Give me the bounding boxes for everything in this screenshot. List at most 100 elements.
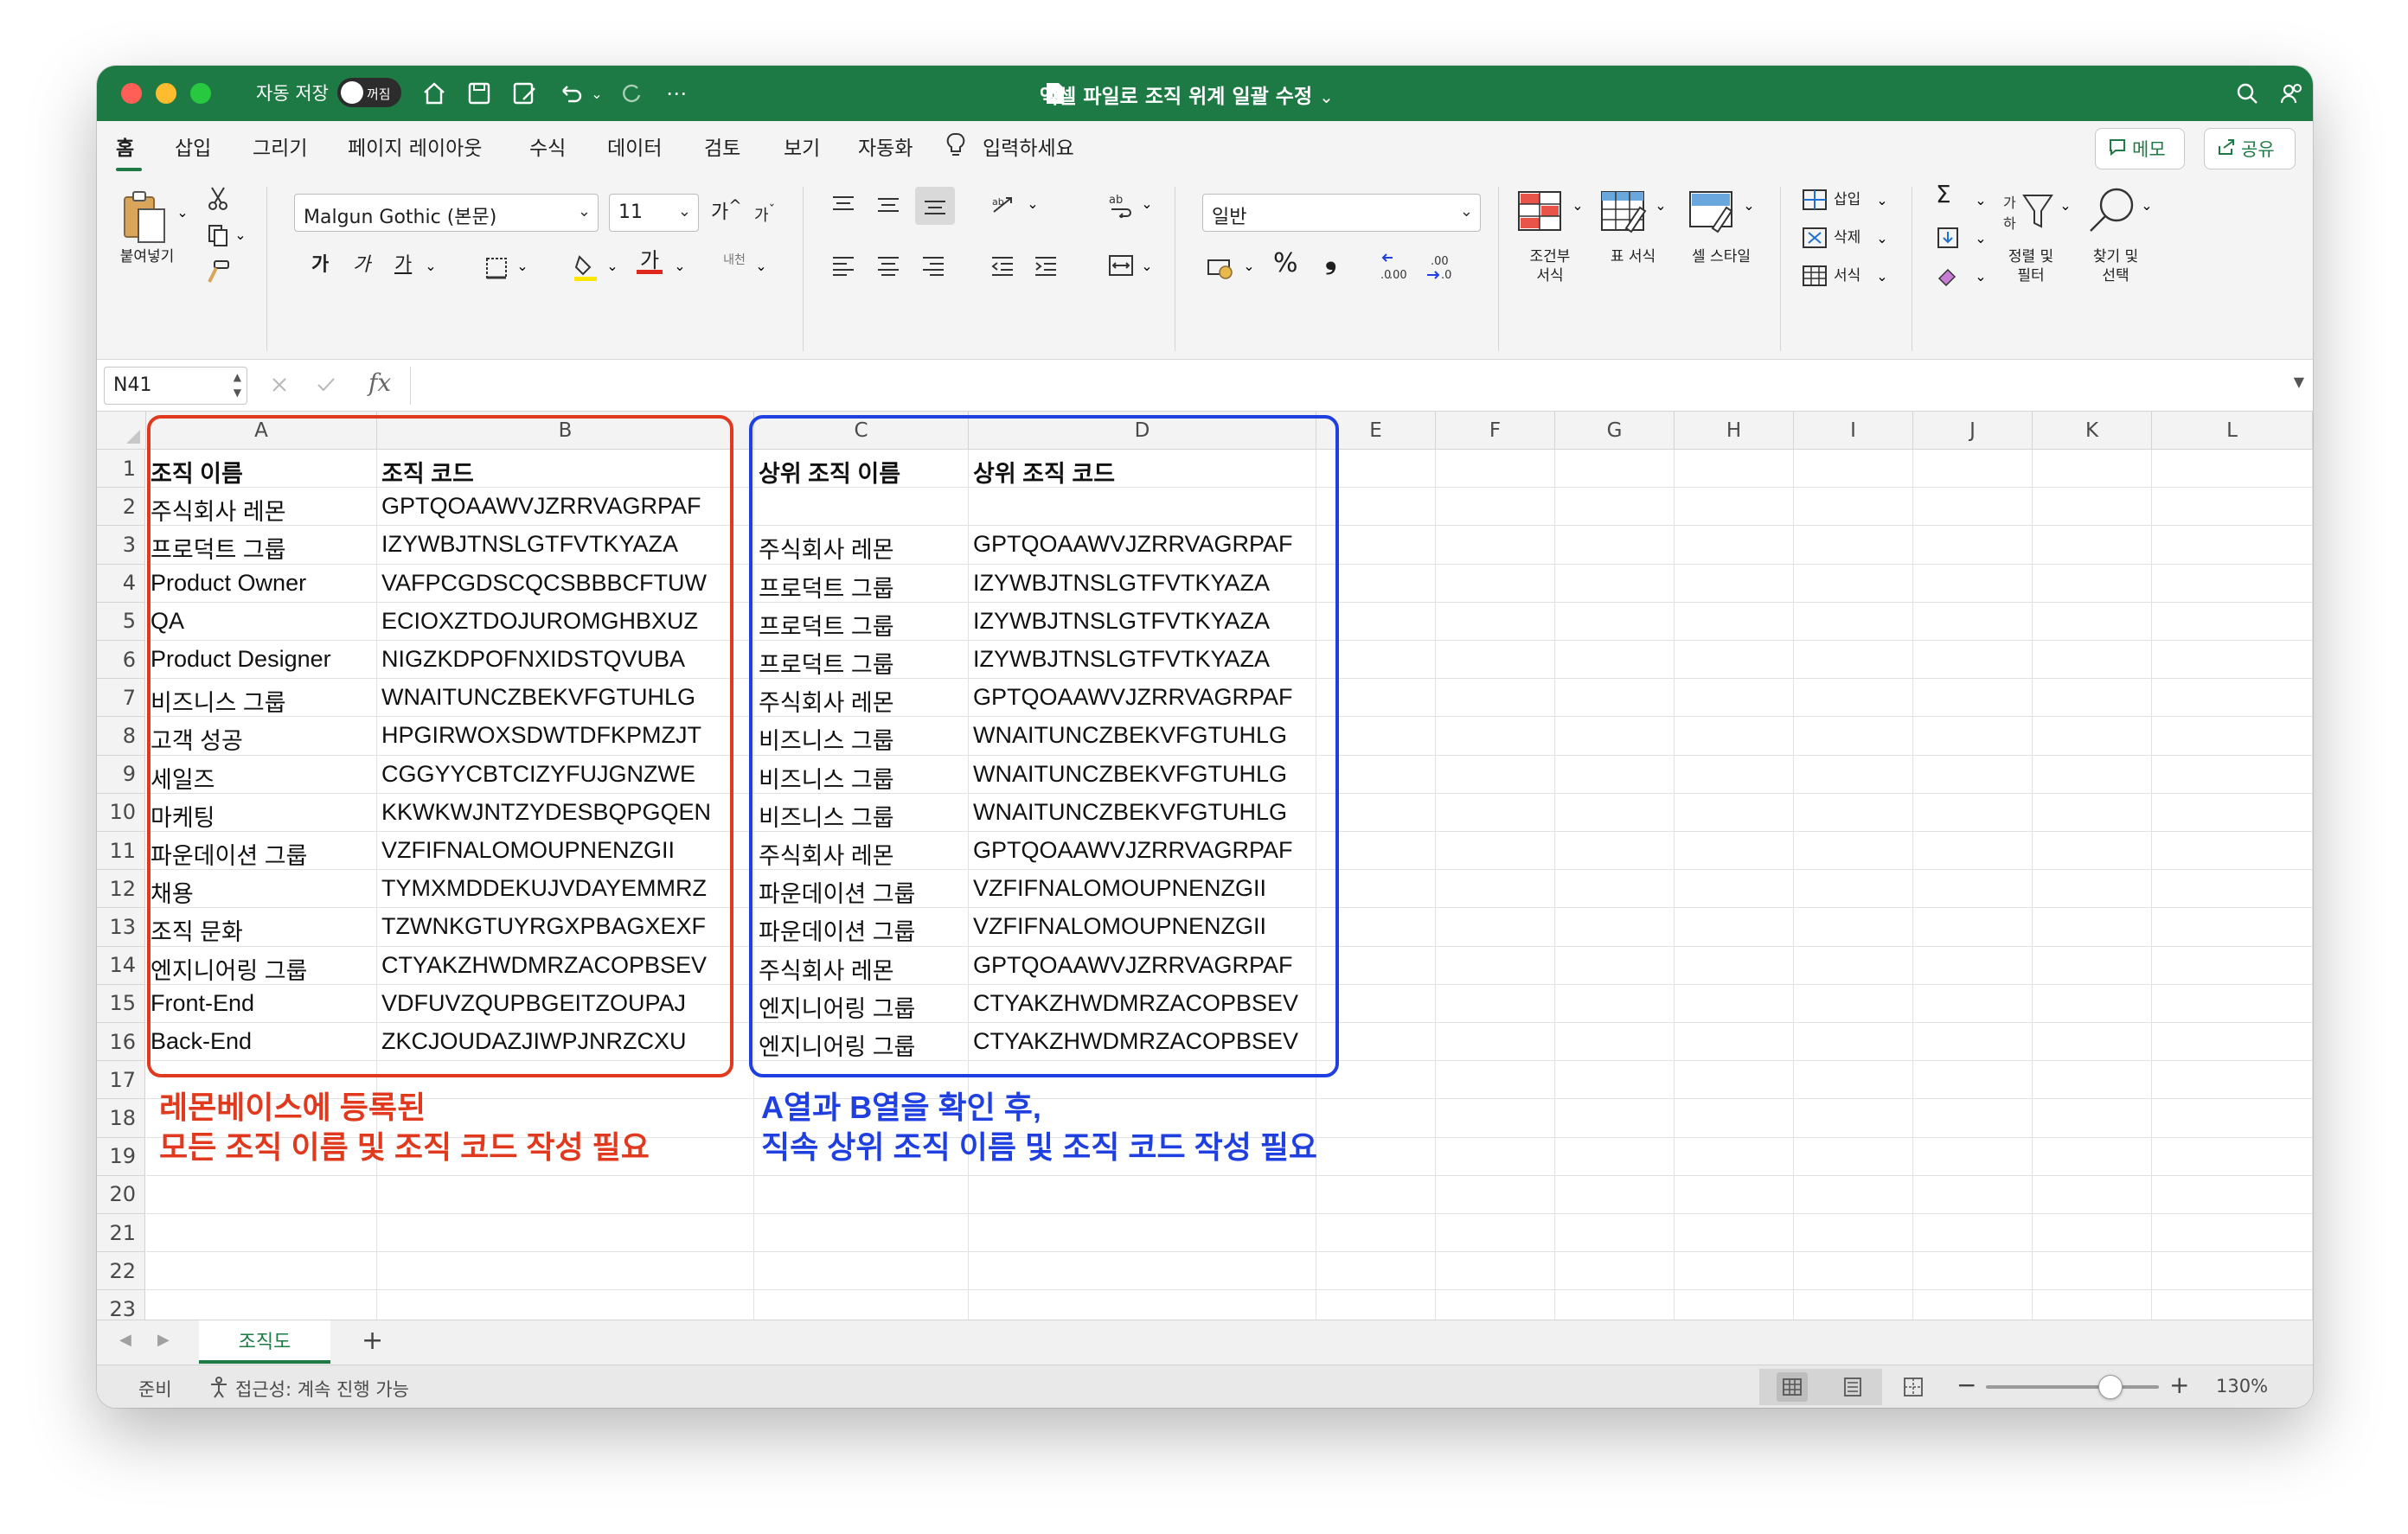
italic-button[interactable]: 가: [353, 256, 370, 275]
cell-k11[interactable]: [2033, 832, 2152, 871]
cell-k9[interactable]: [2033, 755, 2152, 794]
cell-f20[interactable]: [1436, 1175, 1555, 1214]
cell-e20[interactable]: [1316, 1175, 1436, 1214]
cell-l12[interactable]: [2152, 870, 2313, 909]
cell-l18[interactable]: [2152, 1099, 2313, 1138]
format-cells-label[interactable]: 서식: [1834, 266, 1860, 285]
cell-j21[interactable]: [1913, 1214, 2033, 1253]
grow-font-button[interactable]: 가^: [711, 197, 742, 222]
cell-g5[interactable]: [1555, 602, 1675, 641]
find-select-icon[interactable]: [2086, 185, 2138, 237]
confirm-formula-icon[interactable]: [313, 372, 339, 398]
cell-l8[interactable]: [2152, 717, 2313, 756]
save-as-icon[interactable]: [509, 78, 540, 109]
cell-l16[interactable]: [2152, 1023, 2313, 1062]
zoom-out-icon[interactable]: −: [1956, 1371, 1976, 1399]
share-button[interactable]: 공유: [2204, 128, 2296, 169]
shrink-font-button[interactable]: 가ˇ: [754, 201, 775, 226]
cell-l14[interactable]: [2152, 946, 2313, 985]
cell-i18[interactable]: [1794, 1099, 1913, 1138]
tab-formulas[interactable]: 수식: [529, 131, 566, 161]
cell-h4[interactable]: [1675, 564, 1794, 603]
font-name-select[interactable]: Malgun Gothic (본문) ⌄: [294, 194, 599, 232]
cell-i6[interactable]: [1794, 641, 1913, 680]
cell-d20[interactable]: [969, 1175, 1316, 1214]
cell-i12[interactable]: [1794, 870, 1913, 909]
cell-g11[interactable]: [1555, 832, 1675, 871]
cell-f7[interactable]: [1436, 679, 1555, 718]
zoom-in-icon[interactable]: +: [2169, 1371, 2189, 1399]
tab-page-layout[interactable]: 페이지 레이아웃: [348, 131, 482, 161]
cell-e21[interactable]: [1316, 1214, 1436, 1253]
cell-h19[interactable]: [1675, 1137, 1794, 1176]
increase-indent-icon[interactable]: [1031, 251, 1060, 280]
cell-j12[interactable]: [1913, 870, 2033, 909]
tell-me-input[interactable]: 입력하세요: [983, 131, 1074, 161]
row-header-17[interactable]: 17: [97, 1061, 145, 1100]
format-as-table-dropdown-icon[interactable]: ⌄: [1654, 197, 1668, 214]
close-window-button[interactable]: [121, 83, 142, 104]
accessibility-icon[interactable]: [206, 1374, 232, 1400]
cell-l11[interactable]: [2152, 832, 2313, 871]
cell-l1[interactable]: [2152, 450, 2313, 489]
cell-j1[interactable]: [1913, 450, 2033, 489]
name-box-stepper-icon[interactable]: ▲ ▼: [234, 369, 241, 400]
cell-k2[interactable]: [2033, 488, 2152, 527]
cell-g7[interactable]: [1555, 679, 1675, 718]
cell-i4[interactable]: [1794, 564, 1913, 603]
cell-styles-dropdown-icon[interactable]: ⌄: [1742, 197, 1756, 214]
paste-dropdown-icon[interactable]: ⌄: [175, 204, 190, 221]
cell-j10[interactable]: [1913, 793, 2033, 832]
cell-g22[interactable]: [1555, 1252, 1675, 1291]
cell-h11[interactable]: [1675, 832, 1794, 871]
cell-k13[interactable]: [2033, 908, 2152, 947]
row-header-5[interactable]: 5: [97, 602, 145, 641]
font-color-button[interactable]: 가: [637, 250, 663, 274]
cell-b20[interactable]: [377, 1175, 754, 1214]
cell-e18[interactable]: [1316, 1099, 1436, 1138]
tab-draw[interactable]: 그리기: [253, 131, 307, 161]
cell-h15[interactable]: [1675, 984, 1794, 1023]
copy-icon[interactable]: [204, 221, 232, 249]
cell-k6[interactable]: [2033, 641, 2152, 680]
insert-cells-icon[interactable]: [1801, 187, 1828, 213]
row-header-12[interactable]: 12: [97, 870, 145, 909]
name-box[interactable]: N41 ▲ ▼: [104, 367, 247, 405]
cell-f1[interactable]: [1436, 450, 1555, 489]
cell-l20[interactable]: [2152, 1175, 2313, 1214]
minimize-window-button[interactable]: [156, 83, 176, 104]
cell-g4[interactable]: [1555, 564, 1675, 603]
expand-formula-icon[interactable]: ▼: [2294, 374, 2304, 390]
column-header-k[interactable]: K: [2033, 412, 2152, 450]
conditional-format-icon[interactable]: [1515, 189, 1567, 235]
cell-l6[interactable]: [2152, 641, 2313, 680]
borders-dropdown-icon[interactable]: ⌄: [516, 258, 529, 274]
cell-k14[interactable]: [2033, 946, 2152, 985]
cell-j3[interactable]: [1913, 526, 2033, 565]
cell-a20[interactable]: [146, 1175, 377, 1214]
memo-button[interactable]: 메모: [2095, 128, 2185, 169]
cell-e22[interactable]: [1316, 1252, 1436, 1291]
cell-j9[interactable]: [1913, 755, 2033, 794]
cell-j8[interactable]: [1913, 717, 2033, 756]
cell-h17[interactable]: [1675, 1061, 1794, 1100]
cell-f13[interactable]: [1436, 908, 1555, 947]
page-layout-view-icon[interactable]: [1837, 1372, 1868, 1402]
cell-f21[interactable]: [1436, 1214, 1555, 1253]
row-header-18[interactable]: 18: [97, 1099, 145, 1138]
increase-decimal-icon[interactable]: .00.0: [1379, 251, 1413, 284]
clear-icon[interactable]: [1934, 263, 1962, 289]
cell-c21[interactable]: [754, 1214, 969, 1253]
sort-filter-dropdown-icon[interactable]: ⌄: [2059, 197, 2072, 214]
cell-j17[interactable]: [1913, 1061, 2033, 1100]
collaborate-icon[interactable]: [2277, 78, 2308, 109]
cell-i10[interactable]: [1794, 793, 1913, 832]
align-bottom-icon[interactable]: [915, 187, 955, 225]
accounting-format-icon[interactable]: [1204, 252, 1239, 282]
cell-h22[interactable]: [1675, 1252, 1794, 1291]
cell-k22[interactable]: [2033, 1252, 2152, 1291]
zoom-slider-thumb[interactable]: [2098, 1375, 2123, 1399]
cell-k20[interactable]: [2033, 1175, 2152, 1214]
autosave-toggle[interactable]: 꺼짐: [337, 78, 401, 107]
align-right-icon[interactable]: [919, 251, 948, 280]
